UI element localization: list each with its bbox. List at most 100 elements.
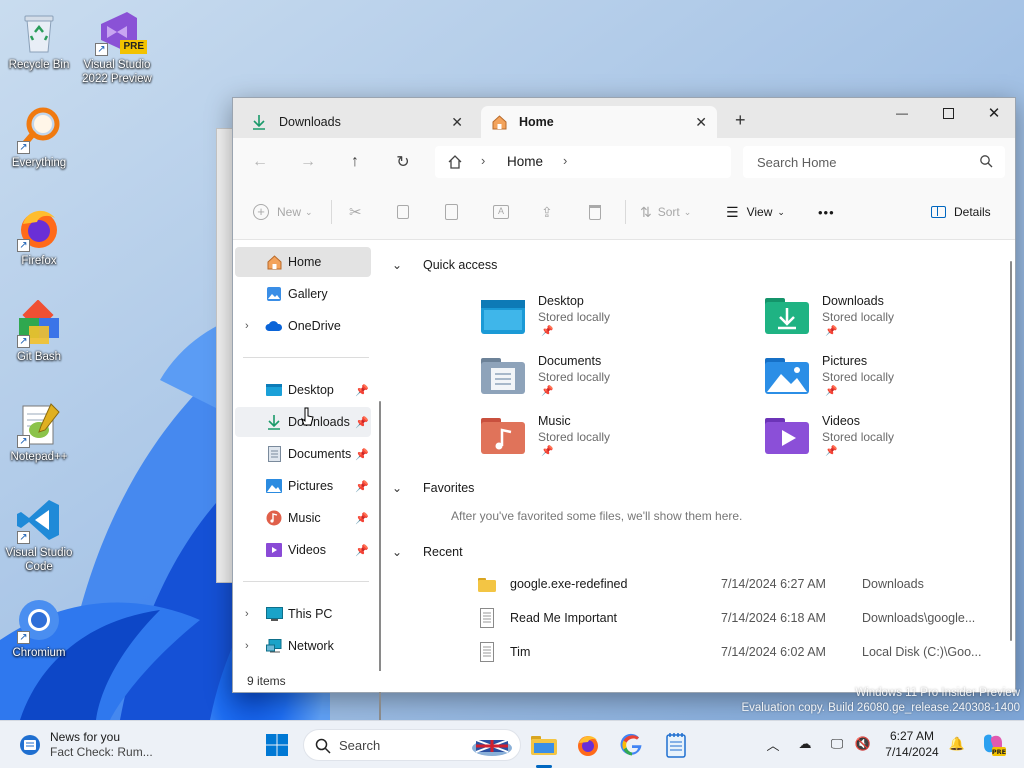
refresh-button[interactable]: ↻ <box>388 148 418 176</box>
tab-home[interactable]: Home ✕ <box>481 106 717 138</box>
this-pc-icon <box>265 605 283 623</box>
maximize-button[interactable] <box>925 98 971 128</box>
news-widget[interactable]: News for you Fact Check: Rum... <box>18 729 168 761</box>
section-recent[interactable]: ⌄ Recent <box>392 545 463 559</box>
nav-item-this-pc[interactable]: › This PC <box>235 599 371 629</box>
chevron-right-icon[interactable]: › <box>245 320 249 332</box>
desktop-icon-label: 2022 Preview <box>82 73 152 85</box>
nav-item-documents[interactable]: Documents 📌 <box>235 439 371 469</box>
search-input[interactable]: Search Home <box>743 146 1005 178</box>
up-button[interactable]: ↑ <box>340 148 370 176</box>
nav-item-videos[interactable]: Videos 📌 <box>235 535 371 565</box>
notifications-button[interactable]: 🔔 <box>946 733 968 755</box>
onedrive-tray-button[interactable]: ☁ <box>794 733 816 755</box>
chevron-right-icon[interactable]: › <box>245 608 249 620</box>
breadcrumb-home[interactable]: Home <box>507 154 543 169</box>
share-button[interactable]: ⇪ <box>541 201 553 223</box>
nav-item-gallery[interactable]: Gallery <box>235 279 371 309</box>
show-hidden-icons-button[interactable]: ︿ <box>762 733 784 755</box>
pin-icon[interactable]: 📌 <box>355 512 369 525</box>
close-window-button[interactable]: ✕ <box>971 98 1017 128</box>
copy-button[interactable] <box>397 201 409 223</box>
desktop-icon-notepad-plus-plus[interactable]: ↗ Notepad++ <box>0 400 78 464</box>
taskbar-firefox[interactable] <box>572 729 604 761</box>
trash-icon <box>589 204 601 220</box>
new-tab-button[interactable]: + <box>735 110 746 131</box>
new-button[interactable]: + New ⌄ <box>253 201 313 223</box>
details-button[interactable]: Details <box>931 201 991 223</box>
clock[interactable]: 6:27 AM 7/14/2024 <box>880 728 944 760</box>
content-scrollbar[interactable] <box>1010 261 1012 641</box>
recent-item[interactable]: google.exe-redefined 7/14/2024 6:27 AM D… <box>478 569 988 599</box>
desktop-icon-chromium[interactable]: ↗ Chromium <box>0 596 78 660</box>
desktop-icon-recycle-bin[interactable]: Recycle Bin <box>0 8 78 72</box>
git-bash-icon: ↗ <box>15 299 63 348</box>
chevron-right-icon: › <box>563 153 568 168</box>
pin-icon[interactable]: 📌 <box>355 448 369 461</box>
quick-access-desktop[interactable]: Desktop Stored locally 📌 <box>481 294 731 346</box>
desktop-icon-visual-studio-preview[interactable]: PRE ↗ Visual Studio 2022 Preview <box>78 8 156 86</box>
nav-item-music[interactable]: Music 📌 <box>235 503 371 533</box>
shortcut-arrow-icon: ↗ <box>17 531 30 544</box>
qa-status: Stored locally <box>538 370 611 384</box>
recent-item[interactable]: Read Me Important 7/14/2024 6:18 AM Down… <box>478 603 988 633</box>
taskbar-search[interactable]: Search <box>303 729 521 761</box>
nav-pane-scrollbar[interactable] <box>379 401 381 766</box>
nav-label: Music <box>288 511 321 525</box>
vscode-icon: ↗ <box>15 496 63 544</box>
network-tray-button[interactable]: 🖵 <box>826 733 848 755</box>
pin-icon[interactable]: 📌 <box>355 384 369 397</box>
minimize-button[interactable]: — <box>879 98 925 128</box>
cut-button[interactable]: ✂ <box>349 201 362 223</box>
nav-item-pictures[interactable]: Pictures 📌 <box>235 471 371 501</box>
forward-button[interactable]: → <box>293 148 323 176</box>
new-label: New <box>277 205 302 219</box>
quick-access-downloads[interactable]: Downloads Stored locally 📌 <box>765 294 1015 346</box>
chevron-right-icon[interactable]: › <box>245 640 249 652</box>
firefox-icon: ↗ <box>15 204 63 252</box>
desktop-icon-git-bash[interactable]: ↗ Git Bash <box>0 299 78 364</box>
recent-item[interactable]: Tim 7/14/2024 6:02 AM Local Disk (C:)\Go… <box>478 637 988 667</box>
nav-item-home[interactable]: Home <box>235 247 371 277</box>
desktop-icon-label: Git Bash <box>16 351 62 363</box>
back-button[interactable]: ← <box>245 148 275 176</box>
delete-button[interactable] <box>589 201 601 223</box>
taskbar-notepad[interactable] <box>660 729 692 761</box>
paste-button[interactable] <box>445 201 458 223</box>
quick-access-pictures[interactable]: Pictures Stored locally 📌 <box>765 354 1015 406</box>
pin-icon[interactable]: 📌 <box>355 480 369 493</box>
shortcut-arrow-icon: ↗ <box>17 335 30 348</box>
chevron-down-icon[interactable]: ⌄ <box>392 545 402 559</box>
copilot-button[interactable]: PRE <box>980 731 1006 757</box>
section-title: Recent <box>423 545 463 559</box>
section-quick-access[interactable]: ⌄ Quick access <box>392 258 497 272</box>
start-button[interactable] <box>261 729 293 761</box>
everything-search-icon: ↗ <box>15 106 63 154</box>
nav-item-onedrive[interactable]: › OneDrive <box>235 311 371 341</box>
sort-button[interactable]: ⇅ Sort ⌄ <box>640 201 691 223</box>
more-options-button[interactable]: ••• <box>818 201 835 223</box>
close-tab-icon[interactable]: ✕ <box>451 114 463 131</box>
pin-icon[interactable]: 📌 <box>355 544 369 557</box>
nav-item-desktop[interactable]: Desktop 📌 <box>235 375 371 405</box>
section-favorites[interactable]: ⌄ Favorites <box>392 481 474 495</box>
quick-access-documents[interactable]: Documents Stored locally 📌 <box>481 354 731 406</box>
tab-downloads[interactable]: Downloads ✕ <box>241 106 473 138</box>
close-tab-icon[interactable]: ✕ <box>695 114 707 131</box>
address-bar[interactable]: › Home › <box>435 146 731 178</box>
desktop-icon-vscode[interactable]: ↗ Visual Studio Code <box>0 496 78 574</box>
search-label: Search <box>339 738 381 753</box>
quick-access-music[interactable]: Music Stored locally 📌 <box>481 414 731 466</box>
desktop-icon-firefox[interactable]: ↗ Firefox <box>0 204 78 268</box>
quick-access-videos[interactable]: Videos Stored locally 📌 <box>765 414 1015 466</box>
rename-button[interactable]: A <box>493 201 509 223</box>
taskbar-google[interactable] <box>616 729 648 761</box>
view-button[interactable]: ☰ View ⌄ <box>726 201 785 223</box>
pin-icon[interactable]: 📌 <box>355 416 369 429</box>
desktop-icon-everything[interactable]: ↗ Everything <box>0 106 78 170</box>
chevron-down-icon[interactable]: ⌄ <box>392 481 402 495</box>
nav-item-network[interactable]: › Network <box>235 631 371 661</box>
taskbar-file-explorer[interactable] <box>528 729 560 761</box>
chevron-down-icon[interactable]: ⌄ <box>392 258 402 272</box>
volume-tray-button[interactable]: 🔇 <box>852 733 874 755</box>
